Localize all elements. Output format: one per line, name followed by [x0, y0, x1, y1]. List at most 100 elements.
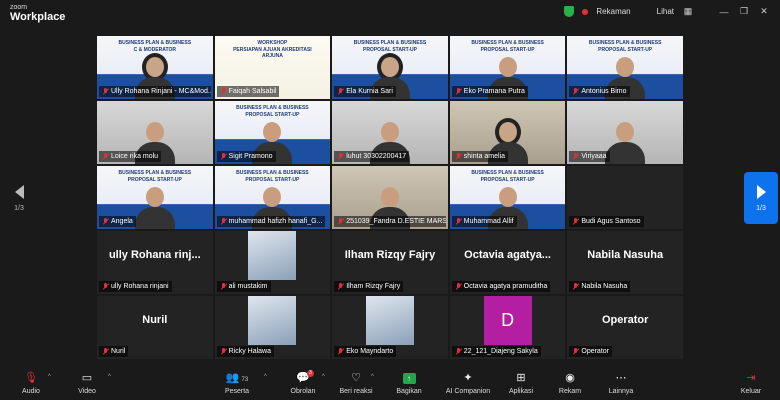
participant-display-name: Nuril [142, 314, 168, 326]
sparkle-icon: ✦ [463, 372, 473, 384]
participant-tile[interactable]: Budi Agus Santoso [567, 166, 683, 229]
participant-tile[interactable]: Nabila Nasuha Nabila Nasuha [567, 231, 683, 294]
participant-tile[interactable]: Eko Mayndarto [332, 296, 448, 359]
participants-button[interactable]: 👥 73 Peserta [212, 372, 262, 395]
participant-name-label: 251039_Fandra D.ESTIE MARS [334, 216, 447, 227]
leave-button[interactable]: ⇥ Keluar [726, 372, 776, 395]
chat-options-chevron-icon[interactable]: ^ [322, 374, 325, 380]
participant-tile[interactable]: BUSINESS PLAN & BUSINESS PROPOSAL START-… [449, 166, 566, 229]
participant-tile[interactable]: Nuril Nuril [97, 296, 213, 359]
participant-name-label: Octavia agatya pramuditha [451, 281, 551, 292]
participant-name: 22_121_Diajeng Sakyla [463, 348, 538, 355]
participant-tile[interactable]: ully Rohana rinj... ully Rohana rinjani [97, 231, 213, 294]
next-page-button[interactable]: 1/3 [744, 172, 778, 224]
chat-button[interactable]: 💬 3 Obrolan [278, 370, 328, 395]
participant-name-label: muhammad hafizh hanafi_G... [216, 216, 326, 227]
participant-tile[interactable]: Ilham Rizqy Fajry Ilham Rizqy Fajry [332, 231, 448, 294]
record-button[interactable]: ◉ Rekam [545, 372, 595, 395]
title-bar: zoom Workplace Rekaman Lihat ▦ — ❐ ✕ [0, 0, 780, 28]
participants-icon: 👥 73 [225, 372, 249, 384]
slide-text: BUSINESS PLAN & BUSINESS PROPOSAL START-… [118, 170, 192, 183]
profile-picture [248, 231, 297, 280]
participant-name: Sigit Pramono [228, 153, 273, 160]
participant-tile[interactable]: Octavia agatya... Octavia agatya pramudit… [449, 231, 566, 294]
audio-options-chevron-icon[interactable]: ^ [48, 374, 51, 380]
slide-text: BUSINESS PLAN & BUSINESS PROPOSAL START-… [236, 105, 309, 118]
participant-name-label: Eko Mayndarto [334, 346, 397, 357]
participant-tile[interactable]: BUSINESS PLAN & BUSINESS PROPOSAL START-… [214, 166, 331, 229]
participant-video [133, 183, 177, 229]
participant-name: Angela [111, 218, 133, 225]
share-button[interactable]: ↑ Bagikan [384, 372, 434, 395]
mic-muted-icon [102, 282, 109, 291]
participant-tile[interactable]: BUSINESS PLAN & BUSINESS PROPOSAL START-… [567, 36, 683, 99]
participant-display-name: Nabila Nasuha [587, 249, 664, 261]
participant-tile[interactable]: BUSINESS PLAN & BUSINESS C & MODERATOR Ul… [97, 36, 213, 99]
close-icon[interactable]: ✕ [758, 6, 770, 17]
grid-view-icon[interactable]: ▦ [682, 6, 694, 17]
arrow-left-icon [14, 184, 24, 199]
participant-tile[interactable]: BUSINESS PLAN & BUSINESS PROPOSAL START-… [97, 166, 213, 229]
more-button[interactable]: ⋯ Lainnya [596, 372, 646, 395]
participant-tile[interactable]: D 22_121_Diajeng Sakyla [449, 296, 566, 359]
grid-row: BUSINESS PLAN & BUSINESS C & MODERATOR Ul… [97, 36, 683, 99]
participant-name: Antonius Bimo [581, 88, 627, 95]
video-button[interactable]: ▭ Video [62, 372, 112, 395]
leave-label: Keluar [740, 388, 762, 395]
camera-icon: ▭ [81, 372, 93, 384]
participant-name: muhammad hafizh hanafi_G... [228, 218, 323, 225]
participant-name: Ela Kurnia Sari [346, 88, 393, 95]
participant-name-label: Antonius Bimo [569, 86, 630, 97]
minimize-icon[interactable]: — [718, 7, 730, 17]
participant-name: Budi Agus Santoso [581, 218, 641, 225]
participant-name-label: Loice rika molu [99, 151, 162, 162]
maximize-icon[interactable]: ❐ [738, 6, 750, 17]
mic-muted-icon [572, 282, 579, 291]
mic-muted-icon [455, 217, 462, 226]
participant-video [603, 118, 647, 164]
shield-icon[interactable] [564, 6, 575, 17]
participant-tile[interactable]: Loice rika molu [97, 101, 213, 164]
participant-tile[interactable]: ali mustakim [214, 231, 331, 294]
mic-muted-icon [455, 87, 462, 96]
prev-page-button[interactable]: 1/3 [2, 172, 36, 224]
mic-muted-icon [337, 347, 344, 356]
participant-name-label: shinta amelia [451, 151, 509, 162]
apps-button[interactable]: ⊞ Aplikasi [496, 372, 546, 395]
mic-muted-icon [455, 282, 462, 291]
participant-name: Eko Pramana Putra [463, 88, 525, 95]
participant-tile[interactable]: 251039_Fandra D.ESTIE MARS [332, 166, 448, 229]
video-options-chevron-icon[interactable]: ^ [108, 374, 111, 380]
participant-display-name: Operator [601, 314, 649, 326]
leave-icon: ⇥ [746, 372, 756, 384]
participant-tile[interactable]: Viriyaaa [567, 101, 683, 164]
participant-tile[interactable]: WORKSHOP PERSIAPAN AJUAN AKREDITASI ARJU… [214, 36, 331, 99]
participant-tile[interactable]: shinta amelia [449, 101, 566, 164]
view-button[interactable]: Lihat [657, 7, 674, 16]
participant-name: Loice rika molu [111, 153, 159, 160]
ai-companion-button[interactable]: ✦ AI Companion [443, 372, 493, 395]
participant-tile[interactable]: BUSINESS PLAN & BUSINESS PROPOSAL START-… [449, 36, 566, 99]
participant-grid: BUSINESS PLAN & BUSINESS C & MODERATOR Ul… [97, 36, 683, 361]
participant-tile[interactable]: BUSINESS PLAN & BUSINESS PROPOSAL START-… [214, 101, 331, 164]
participant-name: Ricky Halawa [228, 348, 271, 355]
mic-muted-icon [220, 347, 227, 356]
participant-name-label: Nabila Nasuha [569, 281, 631, 292]
slide-text: BUSINESS PLAN & BUSINESS PROPOSAL START-… [471, 40, 544, 53]
participant-tile[interactable]: BUSINESS PLAN & BUSINESS PROPOSAL START-… [332, 36, 448, 99]
participants-options-chevron-icon[interactable]: ^ [264, 374, 267, 380]
mic-muted-icon [102, 347, 109, 356]
mic-muted-icon [455, 347, 462, 356]
participants-count: 73 [241, 377, 249, 383]
participant-name-label: Operator [569, 346, 612, 357]
slide-text: BUSINESS PLAN & BUSINESS PROPOSAL START-… [588, 40, 662, 53]
participant-tile[interactable]: Ricky Halawa [214, 296, 331, 359]
slide-text: BUSINESS PLAN & BUSINESS PROPOSAL START-… [471, 170, 544, 183]
participant-name: Muhammad Allif [463, 218, 514, 225]
participant-tile[interactable]: Operator Operator [567, 296, 683, 359]
reactions-options-chevron-icon[interactable]: ^ [371, 374, 374, 380]
mic-muted-icon [220, 217, 227, 226]
recording-label[interactable]: Rekaman [596, 7, 630, 16]
participant-tile[interactable]: luhut 30302200417 [332, 101, 448, 164]
participant-name-label: Viriyaaa [569, 151, 610, 162]
